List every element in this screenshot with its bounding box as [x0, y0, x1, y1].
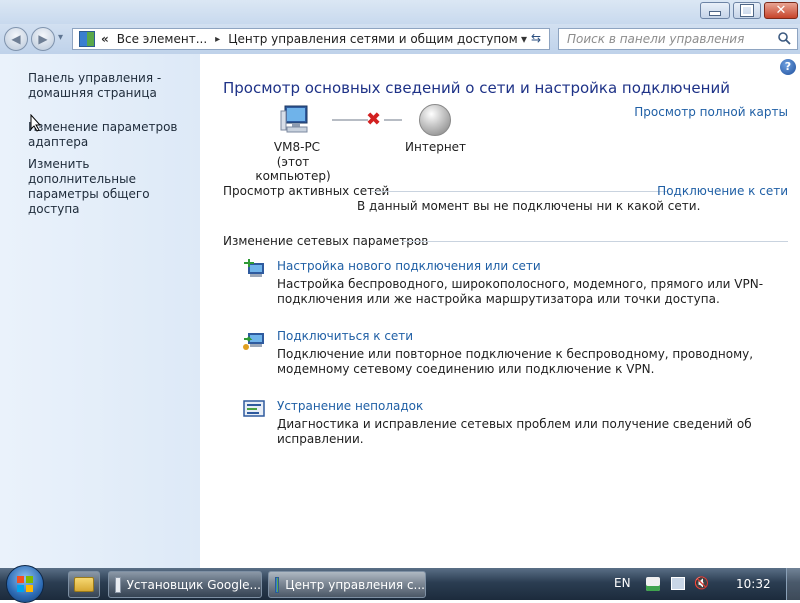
minimize-icon	[709, 11, 721, 16]
clock[interactable]: 10:32	[736, 577, 771, 591]
connect-network-icon	[242, 329, 266, 354]
forward-button[interactable]: ▶	[31, 27, 55, 51]
restore-icon	[740, 4, 754, 17]
recent-pages-dropdown[interactable]: ▾	[58, 32, 63, 43]
connect-to-network-link[interactable]: Подключение к сети	[657, 184, 788, 198]
main-content: ? Просмотр основных сведений о сети и на…	[200, 54, 800, 568]
show-desktop-button[interactable]	[786, 568, 800, 600]
connect-to-network-task-link[interactable]: Подключиться к сети	[277, 329, 413, 343]
connection-line-left	[332, 119, 368, 121]
taskbar: Установщик Google... Центр управления с.…	[0, 565, 800, 603]
taskbar-button-network-center[interactable]: Центр управления с...	[268, 571, 426, 598]
taskbar-button-label: Установщик Google...	[126, 577, 261, 592]
new-connection-icon	[242, 259, 266, 282]
globe-icon[interactable]	[419, 104, 451, 136]
not-connected-message: В данный момент вы не подключены ни к ка…	[357, 199, 701, 213]
close-button[interactable]: ✕	[764, 2, 798, 19]
troubleshoot-link[interactable]: Устранение неполадок	[277, 399, 423, 413]
navigation-bar: ◀ ▶ ▾ « Все элемент... ▸ Центр управлени…	[0, 24, 800, 54]
page-title: Просмотр основных сведений о сети и наст…	[223, 79, 730, 97]
section-divider	[372, 191, 668, 192]
start-button[interactable]	[6, 565, 44, 603]
maximize-button[interactable]	[733, 2, 761, 19]
action-center-icon[interactable]	[646, 577, 660, 591]
left-navigation-pane: Панель управления - домашняя страница Из…	[0, 54, 200, 568]
change-settings-heading: Изменение сетевых параметров	[223, 234, 429, 248]
control-panel-icon	[79, 31, 95, 47]
control-panel-home-link[interactable]: Панель управления - домашняя страница	[28, 71, 193, 101]
network-center-icon	[275, 576, 280, 593]
computer-name: VM8-PC	[273, 140, 321, 154]
active-networks-heading: Просмотр активных сетей	[223, 184, 390, 198]
disconnected-x-icon: ✖	[366, 109, 382, 130]
network-disconnected-icon[interactable]	[671, 577, 685, 590]
troubleshoot-icon	[242, 399, 266, 422]
folder-icon	[74, 577, 94, 592]
help-button[interactable]: ?	[780, 59, 796, 75]
computer-icon[interactable]	[280, 103, 314, 135]
address-overflow[interactable]: «	[101, 32, 109, 46]
adapter-settings-link[interactable]: Изменение параметров адаптера	[28, 120, 193, 150]
internet-label: Интернет	[405, 140, 467, 154]
close-icon: ✕	[775, 3, 787, 18]
breadcrumb-all-items[interactable]: Все элемент...	[117, 32, 207, 46]
troubleshoot-description: Диагностика и исправление сетевых пробле…	[277, 417, 752, 446]
help-icon: ?	[784, 60, 792, 73]
search-input[interactable]: Поиск в панели управления	[558, 28, 798, 50]
back-button[interactable]: ◀	[4, 27, 28, 51]
volume-muted-icon[interactable]: 🔇	[694, 576, 709, 590]
search-icon	[777, 31, 791, 48]
connect-to-network-description: Подключение или повторное подключение к …	[277, 347, 754, 376]
address-dropdown-icon[interactable]: ▾	[521, 32, 527, 46]
connection-line-right	[384, 119, 402, 121]
setup-new-connection-link[interactable]: Настройка нового подключения или сети	[277, 259, 541, 273]
explorer-taskbar-button[interactable]	[68, 571, 100, 598]
forward-arrow-icon: ▶	[38, 32, 48, 46]
language-indicator[interactable]: EN	[614, 576, 631, 590]
refresh-icon[interactable]: ⇆	[531, 31, 541, 45]
computer-subtitle: (этот компьютер)	[255, 155, 331, 183]
taskbar-button-google-installer[interactable]: Установщик Google...	[108, 571, 262, 598]
minimize-button[interactable]	[700, 2, 730, 19]
advanced-sharing-link[interactable]: Изменить дополнительные параметры общего…	[28, 157, 193, 217]
setup-new-connection-description: Настройка беспроводного, широкополосного…	[277, 277, 764, 306]
breadcrumb-network-center[interactable]: Центр управления сетями и общим доступом	[228, 32, 517, 46]
full-map-link[interactable]: Просмотр полной карты	[634, 105, 788, 119]
section-divider	[402, 241, 788, 242]
breadcrumb-separator[interactable]: ▸	[215, 34, 220, 45]
search-placeholder: Поиск в панели управления	[567, 32, 745, 46]
taskbar-button-label: Центр управления с...	[285, 577, 425, 592]
address-bar[interactable]: « Все элемент... ▸ Центр управления сетя…	[72, 28, 550, 50]
title-bar: ✕	[0, 0, 800, 24]
back-arrow-icon: ◀	[11, 32, 21, 46]
mouse-cursor-icon	[30, 113, 42, 135]
windows-logo-icon	[17, 576, 33, 592]
installer-icon	[115, 576, 121, 593]
